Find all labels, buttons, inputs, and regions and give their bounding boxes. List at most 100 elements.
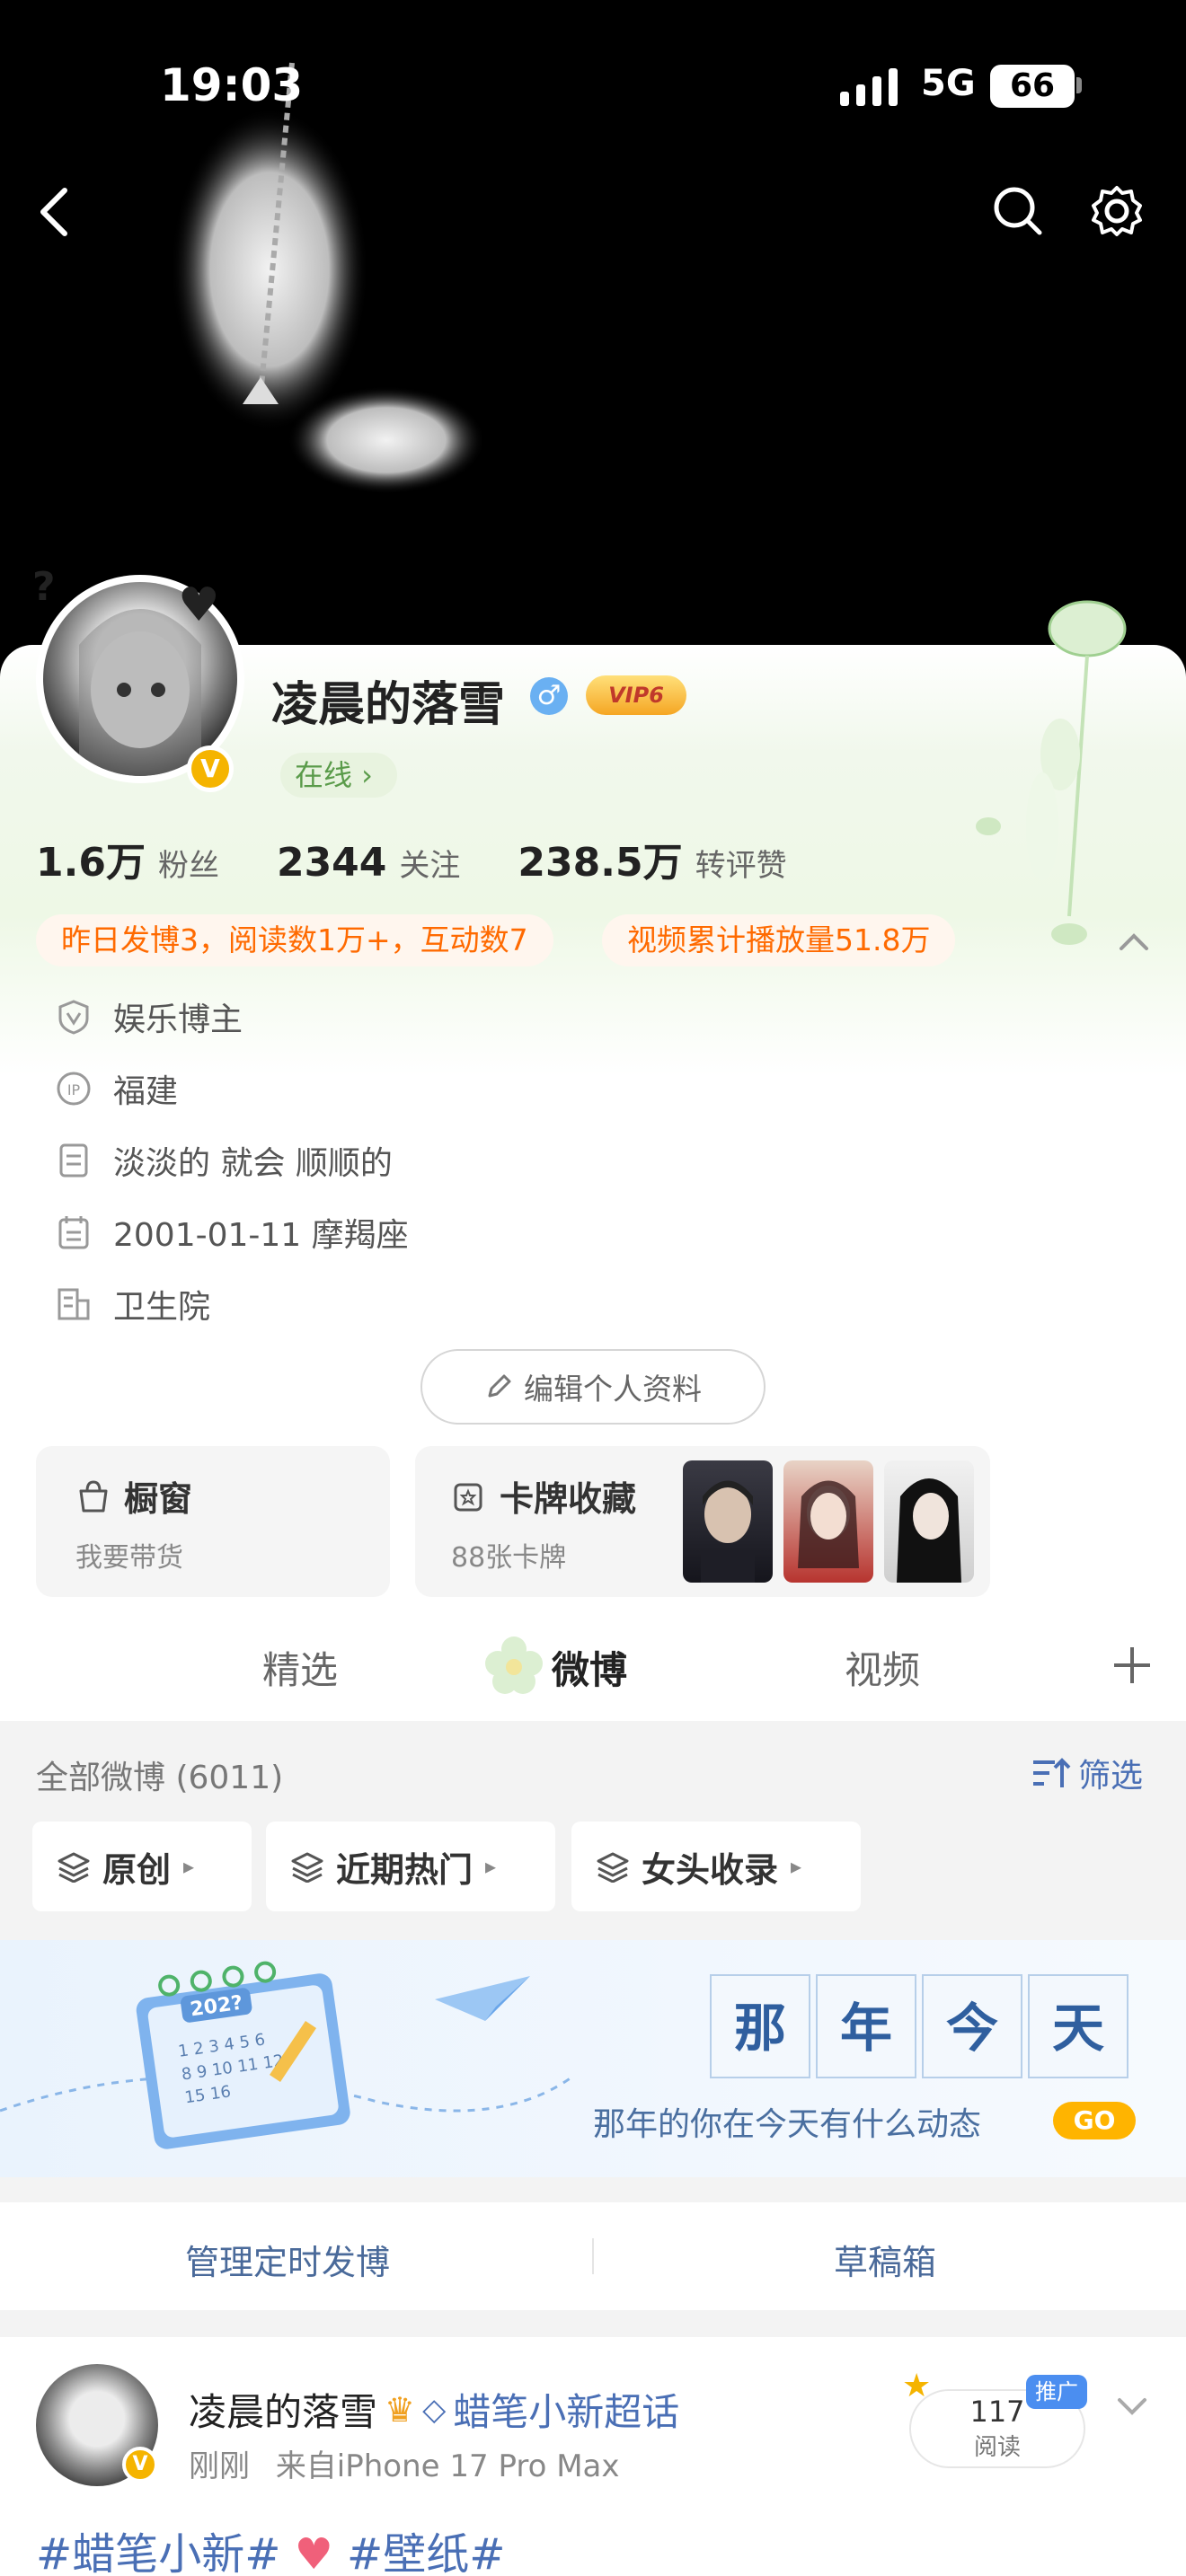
hashtag-crayon-shinchan[interactable]: #蜡笔小新# [36,2529,280,2576]
chip-original[interactable]: 原创 ▸ [32,1822,252,1911]
post-meta: 刚刚 来自iPhone 17 Pro Max [189,2441,620,2485]
following-label[interactable]: 关注 [399,841,460,885]
collapse-button[interactable] [1112,920,1155,963]
chip-recent-hot-label: 近期热门 [336,1849,474,1890]
banner-char: 那 [710,1974,810,2078]
online-status[interactable]: 在线 › [280,753,397,798]
calendar-illustration-icon: 202? 1 2 3 4 5 6 8 9 10 11 12 15 16 [0,1961,576,2149]
flower-tab-icon [482,1631,546,1699]
tab-featured[interactable]: 精选 [262,1640,338,1695]
shop-subtitle: 我要带货 [75,1542,183,1574]
search-icon [994,187,1042,235]
shield-v-icon [56,999,92,1035]
heart-sticker-icon: ♥ [178,578,220,632]
document-icon [56,1142,92,1178]
post-topic[interactable]: 蜡笔小新超话 [453,2382,679,2437]
triangle-right-icon: ▸ [183,1854,195,1879]
chevron-up-icon [1120,933,1148,950]
banner-char: 今 [922,1974,1022,2078]
gear-icon [1092,186,1142,236]
network-type: 5G [921,63,976,104]
search-button[interactable] [987,180,1049,243]
battery-indicator: 66 [990,65,1075,108]
tab-videos[interactable]: 视频 [845,1640,920,1695]
filter-label: 筛选 [1078,1758,1144,1795]
calendar-icon [56,1214,92,1250]
filter-button[interactable]: 筛选 [1031,1750,1143,1796]
decoration-flower-icon [952,575,1168,970]
followers-label[interactable]: 粉丝 [158,841,219,885]
banner-char: 年 [816,1974,916,2078]
username: 凌晨的落雪 [271,678,506,732]
post-count: 全部微博 (6011) [36,1760,284,1796]
edit-profile-button[interactable]: 编辑个人资料 [420,1349,766,1425]
video-views-pill[interactable]: 视频累计播放量51.8万 [602,914,956,966]
verified-badge-icon: V [122,2447,158,2483]
card-collection-icon [454,1483,482,1511]
ip-icon: IP [56,1071,92,1107]
card-thumbnail[interactable] [884,1460,974,1583]
shop-window-card[interactable]: 橱窗 我要带货 [36,1446,390,1597]
shopping-bag-icon [79,1479,108,1512]
post-tags: #蜡笔小新# ♥ #壁纸# [36,2519,505,2576]
chip-avatar-collection[interactable]: 女头收录 ▸ [571,1822,861,1911]
question-sticker-icon: ? [32,564,56,610]
plus-icon [1114,1647,1150,1683]
status-time: 19:03 [160,59,304,111]
diamond-icon: ◇ [422,2391,447,2428]
edit-profile-label: 编辑个人资料 [524,1372,702,1407]
layers-icon [58,1852,90,1883]
post-author[interactable]: 凌晨的落雪 [189,2382,377,2437]
yesterday-stats-pill[interactable]: 昨日发博3，阅读数1万+，互动数7 [36,914,553,966]
shop-title: 橱窗 [124,1479,193,1519]
post-time: 刚刚 [189,2448,250,2484]
banner-char: 天 [1028,1974,1128,2078]
layers-icon [291,1852,323,1883]
info-bio-text: 淡淡的 就会 顺顺的 [113,1145,393,1182]
pink-heart-icon: ♥ [294,2529,333,2576]
go-button[interactable]: GO [1053,2102,1136,2139]
promote-badge[interactable]: 推广 [1026,2375,1087,2409]
stats-bar: 1.6万 粉丝 2344 关注 238.5万 转评赞 [36,830,845,887]
engagement-count[interactable]: 238.5万 [518,830,682,887]
card-thumbnail[interactable] [783,1460,873,1583]
signal-icon [840,66,903,110]
post-source: 来自iPhone 17 Pro Max [275,2448,620,2484]
triangle-right-icon: ▸ [485,1854,497,1879]
add-tab-button[interactable] [1107,1640,1157,1690]
drafts-button[interactable]: 草稿箱 [834,2235,936,2284]
following-count[interactable]: 2344 [277,840,386,886]
filter-icon [1033,1758,1071,1787]
post-menu-button[interactable] [1111,2386,1154,2429]
card-thumbnail[interactable] [683,1460,773,1583]
info-category: 娱乐博主 [56,993,243,1040]
back-arrow-icon [40,188,67,236]
post-header: 凌晨的落雪 ♛ ◇ 蜡笔小新超话 [189,2382,679,2437]
info-company-text: 卫生院 [113,1289,211,1326]
gender-male-icon: ♂ [530,677,568,715]
read-count-label: 阅读 [973,2434,1021,2461]
scheduled-posts-button[interactable]: 管理定时发博 [185,2235,390,2284]
engagement-label[interactable]: 转评赞 [695,841,787,885]
info-ip: IP 福建 [56,1065,178,1112]
hashtag-wallpaper[interactable]: #壁纸# [347,2529,505,2576]
triangle-right-icon: ▸ [791,1854,802,1879]
verified-badge-icon: V [187,745,234,792]
crown-icon: ♛ [385,2389,416,2430]
info-category-text: 娱乐博主 [113,1001,243,1038]
divider [592,2238,594,2274]
svg-text:IP: IP [67,1081,81,1098]
back-button[interactable] [25,183,83,241]
pencil-icon [488,1374,511,1398]
battery-tip [1076,77,1082,93]
vip-badge[interactable]: VIP6 [586,675,686,715]
settings-button[interactable] [1085,180,1148,243]
chip-avatar-collection-label: 女头收录 [642,1849,779,1890]
layers-icon [597,1852,629,1883]
card-collection-title: 卡牌收藏 [500,1479,637,1519]
followers-count[interactable]: 1.6万 [36,830,146,887]
chip-recent-hot[interactable]: 近期热门 ▸ [266,1822,555,1911]
banner-subtitle: 那年的你在今天有什么动态 [593,2106,982,2143]
chip-original-label: 原创 [102,1849,172,1890]
tab-weibo[interactable]: 微博 [552,1640,627,1695]
